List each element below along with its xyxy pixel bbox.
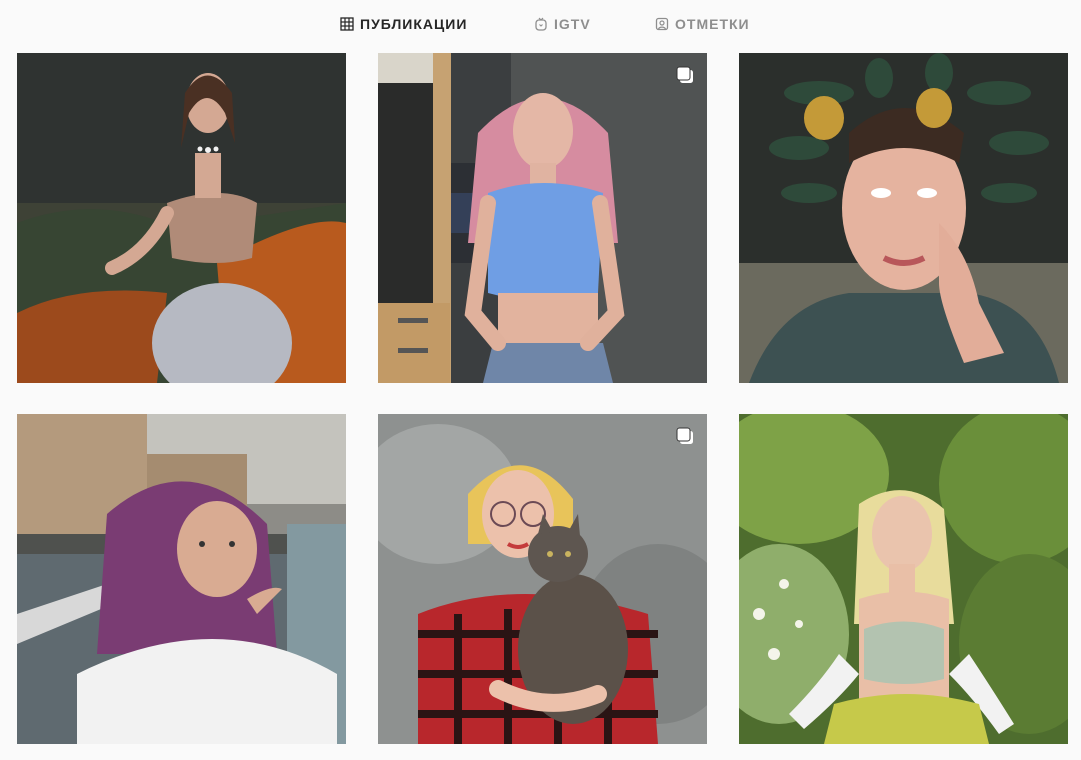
tab-igtv-label: IGTV xyxy=(554,16,591,32)
post-thumbnail[interactable] xyxy=(378,53,707,383)
tab-tagged-label: ОТМЕТКИ xyxy=(675,16,750,32)
post-thumbnail[interactable] xyxy=(17,53,346,383)
post-image xyxy=(17,53,346,383)
post-image xyxy=(739,414,1068,744)
post-image xyxy=(17,414,346,744)
post-thumbnail[interactable] xyxy=(378,414,707,744)
tab-tagged[interactable]: ОТМЕТКИ xyxy=(655,16,750,32)
post-image xyxy=(378,53,707,383)
igtv-icon xyxy=(535,17,547,31)
grid-icon xyxy=(340,17,354,31)
tab-publications-label: ПУБЛИКАЦИИ xyxy=(360,16,468,32)
tab-publications[interactable]: ПУБЛИКАЦИИ xyxy=(340,16,467,32)
post-thumbnail[interactable] xyxy=(739,414,1068,744)
profile-tabs: ПУБЛИКАЦИИ IGTV ОТМЕТКИ xyxy=(0,0,1081,50)
multiple-photos-icon xyxy=(676,427,693,444)
tab-igtv[interactable]: IGTV xyxy=(534,16,591,32)
tagged-user-icon xyxy=(655,17,669,31)
post-thumbnail[interactable] xyxy=(739,53,1068,383)
post-image xyxy=(739,53,1068,383)
post-thumbnail[interactable] xyxy=(17,414,346,744)
multiple-photos-icon xyxy=(676,66,693,83)
post-image xyxy=(378,414,707,744)
